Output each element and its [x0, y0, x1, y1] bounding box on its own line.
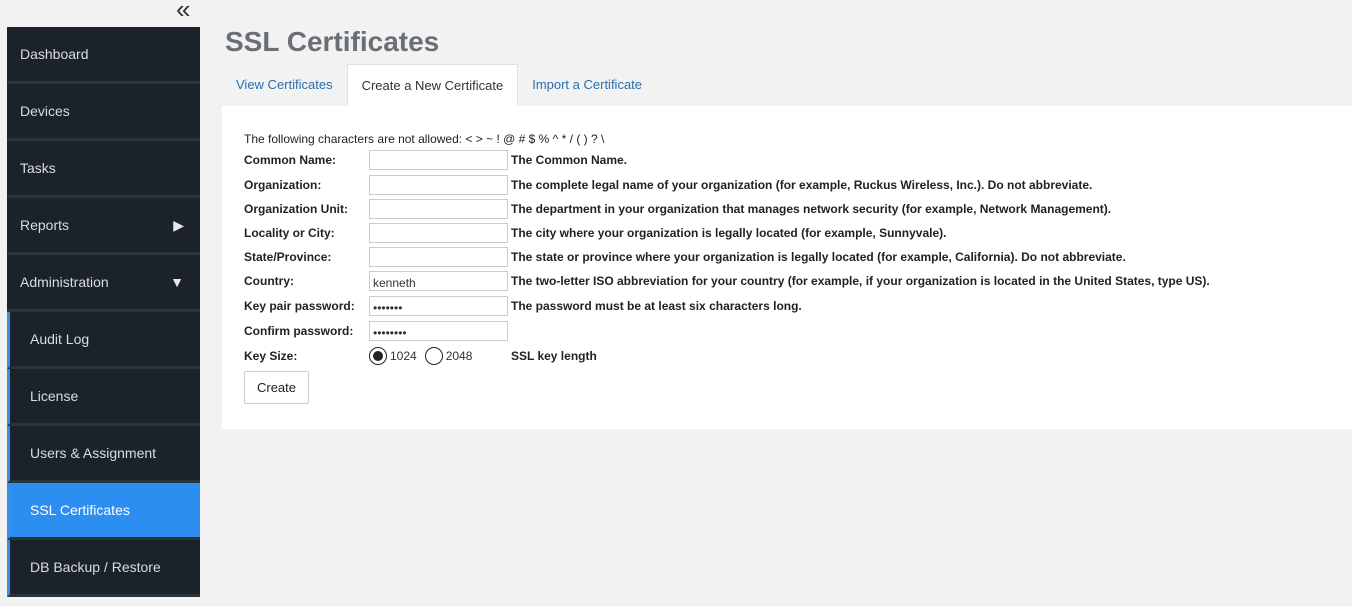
field-description: SSL key length	[511, 349, 597, 363]
sidebar-item-label: Users & Assignment	[30, 445, 157, 461]
sidebar-item-db-backup-restore[interactable]: DB Backup / Restore	[7, 540, 200, 597]
key-size-1024-radio[interactable]	[369, 347, 387, 365]
sidebar-item-label: Devices	[20, 103, 70, 119]
state-province-row: State/Province: The state or province wh…	[244, 246, 1126, 268]
key-size-row: Key Size: 1024 2048 SSL key length	[244, 345, 597, 367]
sidebar-item-label: Dashboard	[20, 46, 89, 62]
field-description: The department in your organization that…	[511, 202, 1112, 216]
field-label: Key Size:	[244, 349, 298, 363]
collapse-sidebar-icon[interactable]: «	[176, 0, 190, 24]
field-label: Organization:	[244, 178, 322, 192]
caret-right-icon: ▶	[173, 216, 184, 233]
locality-field[interactable]	[369, 223, 508, 243]
confirm-password-row: Confirm password:	[244, 320, 511, 342]
field-label: Country:	[244, 274, 294, 288]
create-button[interactable]: Create	[244, 371, 309, 404]
caret-down-icon: ▼	[170, 274, 184, 290]
organization-unit-row: Organization Unit: The department in you…	[244, 198, 1111, 220]
field-description: The state or province where your organiz…	[511, 250, 1126, 264]
collapse-bar: «	[0, 0, 200, 27]
sidebar-item-administration[interactable]: Administration ▼	[7, 255, 200, 312]
radio-selected-dot	[373, 351, 383, 361]
confirm-password-field[interactable]	[369, 321, 508, 341]
sidebar-item-label: Audit Log	[30, 331, 90, 347]
field-description: The Common Name.	[511, 153, 628, 167]
field-description: The two-letter ISO abbreviation for your…	[511, 274, 1210, 288]
organization-field[interactable]	[369, 175, 508, 195]
sidebar-item-label: SSL Certificates	[30, 502, 130, 518]
field-description: The complete legal name of your organiza…	[511, 178, 1093, 192]
nav-menu: Dashboard Devices Tasks Reports ▶ Admini…	[7, 27, 200, 597]
field-description: The password must be at least six charac…	[511, 299, 802, 313]
sidebar: « Dashboard Devices Tasks Reports ▶ Admi…	[0, 0, 200, 606]
field-description: The city where your organization is lega…	[511, 226, 947, 240]
sidebar-item-label: Tasks	[20, 160, 56, 176]
radio-label: 2048	[445, 349, 473, 363]
common-name-row: Common Name: The Common Name.	[244, 149, 627, 171]
sidebar-item-ssl-certificates[interactable]: SSL Certificates	[7, 483, 200, 540]
create-certificate-panel: The following characters are not allowed…	[222, 106, 1352, 429]
field-label: Locality or City:	[244, 226, 335, 240]
disallowed-chars-notice: The following characters are not allowed…	[244, 132, 605, 146]
tab-create-new-certificate[interactable]: Create a New Certificate	[346, 64, 519, 106]
field-label: State/Province:	[244, 250, 332, 264]
sidebar-item-label: DB Backup / Restore	[30, 559, 161, 575]
country-field[interactable]	[369, 271, 508, 291]
page-title: SSL Certificates	[225, 26, 440, 57]
key-pair-password-field[interactable]	[369, 296, 508, 316]
organization-unit-field[interactable]	[369, 199, 508, 219]
state-province-field[interactable]	[369, 247, 508, 267]
field-label: Confirm password:	[244, 324, 354, 338]
sidebar-item-label: Reports	[20, 217, 70, 233]
key-size-2048-radio[interactable]	[424, 347, 443, 365]
field-label: Key pair password:	[244, 299, 355, 313]
sidebar-item-audit-log[interactable]: Audit Log	[7, 312, 200, 369]
sidebar-item-label: Administration	[20, 274, 109, 290]
sidebar-item-users-assignment[interactable]: Users & Assignment	[7, 426, 200, 483]
locality-row: Locality or City: The city where your or…	[244, 222, 946, 244]
sidebar-item-dashboard[interactable]: Dashboard	[7, 27, 200, 84]
field-label: Organization Unit:	[244, 202, 348, 216]
tab-import-certificate[interactable]: Import a Certificate	[518, 64, 656, 106]
sidebar-item-devices[interactable]: Devices	[7, 84, 200, 141]
key-pair-password-row: Key pair password: The password must be …	[244, 295, 802, 317]
sidebar-item-reports[interactable]: Reports ▶	[7, 198, 200, 255]
sidebar-item-tasks[interactable]: Tasks	[7, 141, 200, 198]
tab-view-certificates[interactable]: View Certificates	[222, 64, 347, 106]
sidebar-item-label: License	[30, 388, 79, 404]
common-name-field[interactable]	[369, 150, 508, 170]
country-row: Country: The two-letter ISO abbreviation…	[244, 270, 1210, 292]
field-label: Common Name:	[244, 153, 337, 167]
radio-label: 1024	[390, 349, 417, 363]
key-size-radio-group: 1024 2048	[369, 347, 511, 365]
organization-row: Organization: The complete legal name of…	[244, 174, 1092, 196]
tab-bar: View Certificates Create a New Certifica…	[222, 64, 656, 106]
sidebar-item-license[interactable]: License	[7, 369, 200, 426]
